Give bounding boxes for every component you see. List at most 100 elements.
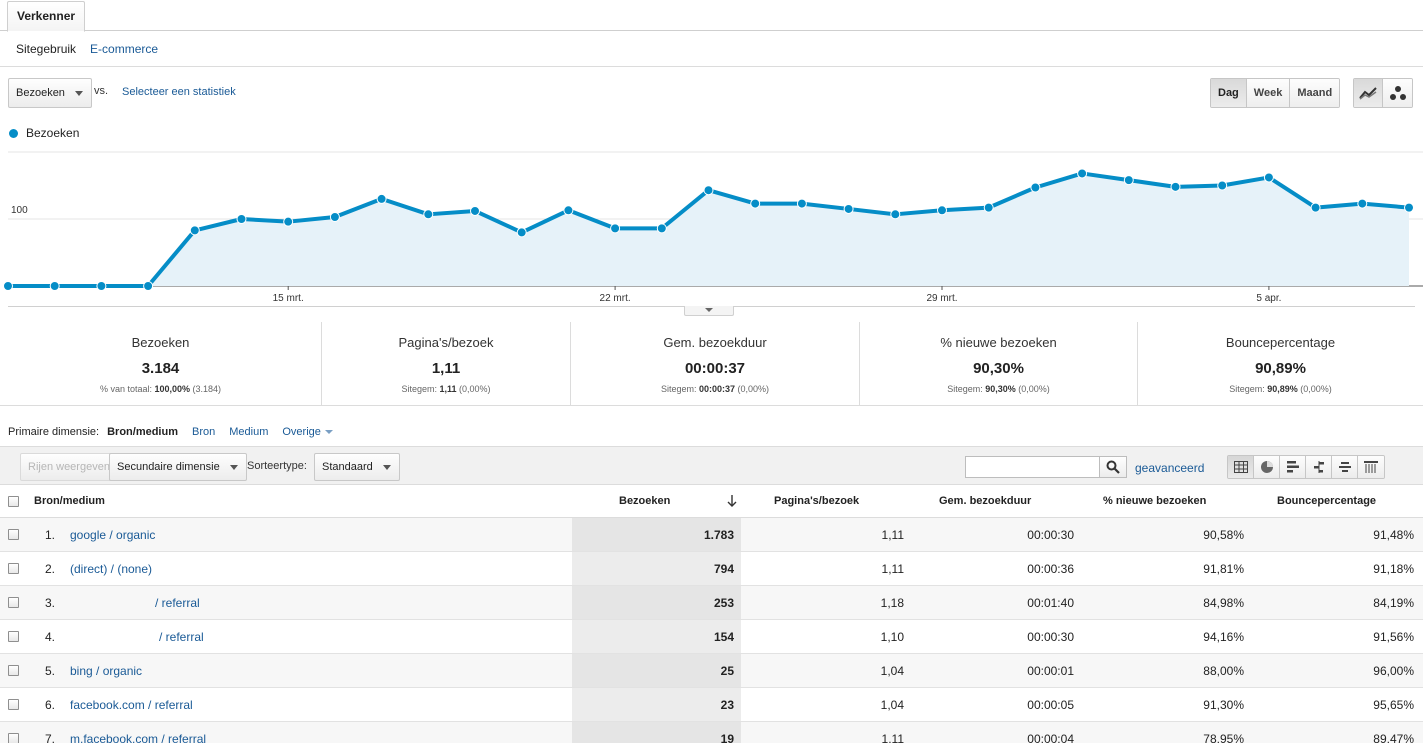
row-checkbox[interactable] xyxy=(8,563,19,574)
data-point[interactable] xyxy=(1263,172,1274,183)
select-statistic-link[interactable]: Selecteer een statistiek xyxy=(122,86,236,98)
data-point[interactable] xyxy=(283,216,294,227)
row-visits: 253 xyxy=(713,596,734,610)
data-point[interactable] xyxy=(563,205,574,216)
show-rows-button[interactable]: Rijen weergeven xyxy=(20,453,118,481)
granularity-month-button[interactable]: Maand xyxy=(1290,79,1340,107)
data-point[interactable] xyxy=(516,227,527,238)
row-checkbox[interactable] xyxy=(8,631,19,642)
scorecard-visits[interactable]: Bezoeken 3.184 % van totaal: 100,00% (3.… xyxy=(0,322,322,406)
subnav-site-usage[interactable]: Sitegebruik xyxy=(16,42,76,56)
sort-descending-icon[interactable] xyxy=(727,495,737,507)
data-point[interactable] xyxy=(843,203,854,214)
data-point[interactable] xyxy=(796,198,807,209)
granularity-day-button[interactable]: Dag xyxy=(1211,79,1247,107)
x-tick-label: 15 mrt. xyxy=(273,293,304,304)
scorecard-sub-extra: (3.184) xyxy=(192,384,222,394)
data-point[interactable] xyxy=(750,198,761,209)
advanced-filter-link[interactable]: geavanceerd xyxy=(1135,461,1204,475)
data-point[interactable] xyxy=(1217,180,1228,191)
row-checkbox[interactable] xyxy=(8,597,19,608)
data-point[interactable] xyxy=(96,281,107,291)
row-source-link[interactable]: / referral xyxy=(155,596,200,610)
row-pages-per-visit: 1,11 xyxy=(881,732,904,743)
secondary-dimension-dropdown[interactable]: Secundaire dimensie xyxy=(109,453,247,481)
chart-expand-handle[interactable] xyxy=(684,306,734,316)
data-point[interactable] xyxy=(1404,202,1414,213)
scorecard-new-visits[interactable]: % nieuwe bezoeken 90,30% Sitegem: 90,30%… xyxy=(860,322,1138,406)
data-point[interactable] xyxy=(3,281,13,291)
scorecard-pages-per-visit[interactable]: Pagina's/bezoek 1,11 Sitegem: 1,11 (0,00… xyxy=(322,322,571,406)
header-bounce-rate[interactable]: Bouncepercentage xyxy=(1277,495,1376,507)
data-point[interactable] xyxy=(703,185,714,196)
scorecard-value: 1,11 xyxy=(431,360,461,377)
data-point[interactable] xyxy=(1077,168,1088,179)
row-number: 5. xyxy=(45,664,56,678)
data-point[interactable] xyxy=(189,225,200,236)
scorecard-bounce-rate[interactable]: Bouncepercentage 90,89% Sitegem: 90,89% … xyxy=(1138,322,1423,406)
view-performance-button[interactable] xyxy=(1280,456,1306,478)
header-source-medium[interactable]: Bron/medium xyxy=(34,495,105,507)
scorecard-sub-label: % van totaal: xyxy=(99,384,152,394)
row-source-link[interactable]: google / organic xyxy=(70,528,155,542)
header-new-visits[interactable]: % nieuwe bezoeken xyxy=(1103,495,1206,507)
row-checkbox[interactable] xyxy=(8,529,19,540)
header-visits[interactable]: Bezoeken xyxy=(619,495,670,507)
chevron-down-icon xyxy=(324,430,333,434)
row-source-link[interactable]: / referral xyxy=(159,630,204,644)
granularity-week-button[interactable]: Week xyxy=(1246,79,1291,107)
data-point[interactable] xyxy=(983,202,994,213)
dimension-other-label: Overige xyxy=(282,426,321,438)
row-checkbox[interactable] xyxy=(8,733,19,743)
data-point[interactable] xyxy=(143,281,154,291)
row-source-link[interactable]: bing / organic xyxy=(70,664,142,678)
dimension-source[interactable]: Bron xyxy=(192,426,215,438)
data-point[interactable] xyxy=(1030,182,1041,193)
view-pivot-button[interactable] xyxy=(1358,456,1384,478)
data-point[interactable] xyxy=(423,209,434,220)
search-button[interactable] xyxy=(1099,456,1127,478)
header-avg-duration[interactable]: Gem. bezoekduur xyxy=(939,495,1031,507)
select-all-checkbox[interactable] xyxy=(8,496,19,507)
data-point[interactable] xyxy=(376,193,387,204)
data-point[interactable] xyxy=(1170,181,1181,192)
data-point[interactable] xyxy=(1123,175,1134,186)
data-point[interactable] xyxy=(610,223,621,234)
view-pie-button[interactable] xyxy=(1254,456,1280,478)
view-term-cloud-button[interactable] xyxy=(1332,456,1358,478)
x-tick-label: 22 mrt. xyxy=(600,293,631,304)
scorecard-avg-duration[interactable]: Gem. bezoekduur 00:00:37 Sitegem: 00:00:… xyxy=(571,322,860,406)
line-chart-button[interactable] xyxy=(1354,79,1383,107)
data-point[interactable] xyxy=(1310,202,1321,213)
data-point[interactable] xyxy=(656,223,667,234)
data-point[interactable] xyxy=(329,211,340,222)
row-source-link[interactable]: (direct) / (none) xyxy=(70,562,152,576)
dimension-other-dropdown[interactable]: Overige xyxy=(282,426,333,438)
view-table-button[interactable] xyxy=(1228,456,1254,478)
view-comparison-button[interactable] xyxy=(1306,456,1332,478)
dimension-medium[interactable]: Medium xyxy=(229,426,268,438)
metric-dropdown[interactable]: Bezoeken xyxy=(8,78,92,108)
grid-icon xyxy=(1233,461,1248,473)
subnav-ecommerce[interactable]: E-commerce xyxy=(90,42,158,56)
header-pages-per-visit[interactable]: Pagina's/bezoek xyxy=(774,495,859,507)
scorecard-value: 90,89% xyxy=(1255,360,1306,377)
motion-chart-button[interactable] xyxy=(1383,79,1412,107)
data-point[interactable] xyxy=(890,209,901,220)
data-point[interactable] xyxy=(1357,198,1368,209)
data-point[interactable] xyxy=(937,205,947,216)
data-point[interactable] xyxy=(236,214,247,224)
row-source-link[interactable]: m.facebook.com / referral xyxy=(70,732,206,743)
data-point[interactable] xyxy=(49,281,60,291)
dimension-source-medium: Bron/medium xyxy=(107,426,178,438)
data-point[interactable] xyxy=(470,205,480,216)
table-search-input[interactable] xyxy=(965,456,1100,478)
row-checkbox[interactable] xyxy=(8,699,19,710)
sort-type-dropdown[interactable]: Standaard xyxy=(314,453,400,481)
row-source-link[interactable]: facebook.com / referral xyxy=(70,698,193,712)
row-checkbox[interactable] xyxy=(8,665,19,676)
table-view-switch xyxy=(1227,455,1385,479)
table-row: 7. m.facebook.com / referral 19 1,11 00:00:0… xyxy=(0,722,1423,743)
tab-explorer[interactable]: Verkenner xyxy=(7,1,86,32)
visits-chart: 100 200 15 mrt. 22 mrt. 29 mrt. 5 apr. xyxy=(3,146,1423,304)
